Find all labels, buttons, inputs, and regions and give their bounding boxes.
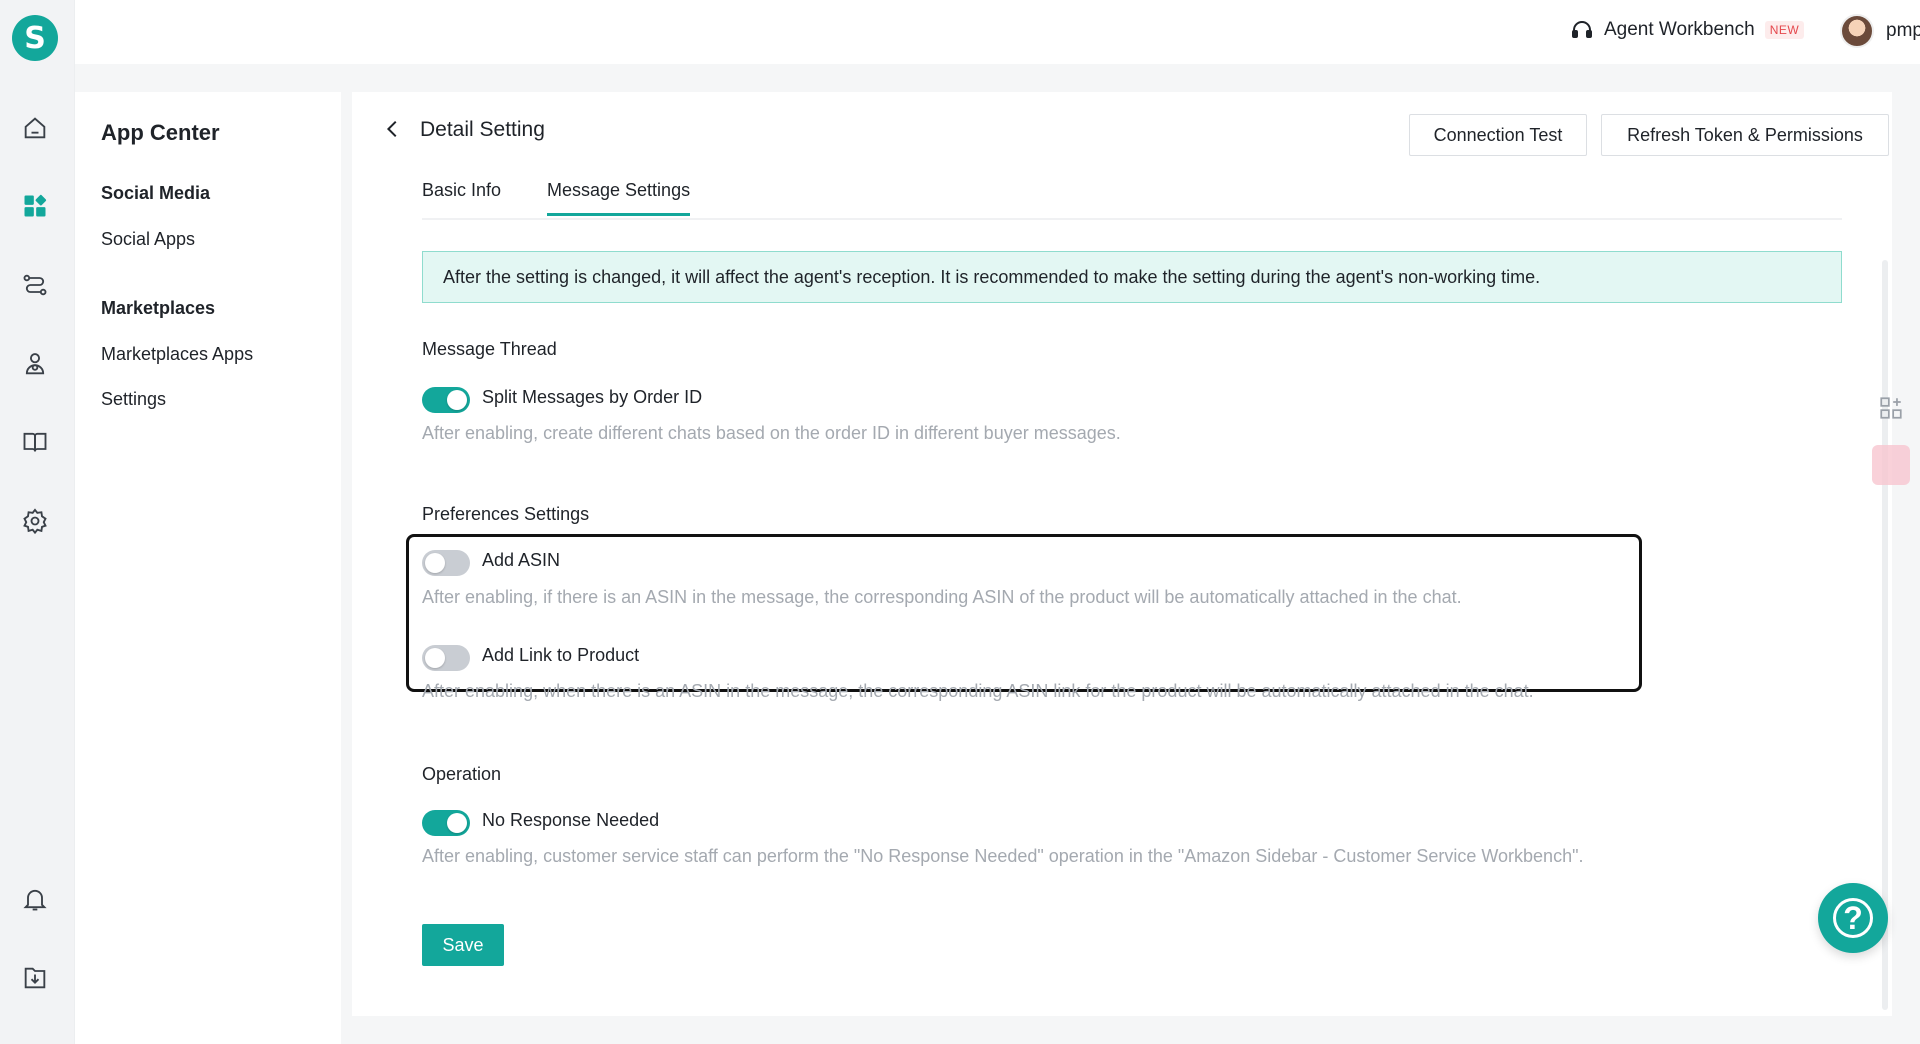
back-arrow-icon[interactable] bbox=[382, 118, 404, 140]
workbench-label: Agent Workbench bbox=[1604, 19, 1755, 40]
refresh-token-button[interactable]: Refresh Token & Permissions bbox=[1601, 114, 1889, 156]
new-badge: NEW bbox=[1764, 21, 1805, 39]
sidebar-item-settings[interactable]: Settings bbox=[101, 389, 166, 410]
tab-basic-info[interactable]: Basic Info bbox=[422, 180, 501, 213]
top-bar: Agent Workbench NEW pmpm bbox=[75, 0, 1920, 64]
headset-icon bbox=[1572, 21, 1592, 38]
tab-bar: Basic Info Message Settings bbox=[422, 180, 1842, 220]
agent-workbench-link[interactable]: Agent Workbench NEW bbox=[1570, 18, 1805, 42]
apps-icon[interactable] bbox=[20, 191, 50, 221]
no-response-label: No Response Needed bbox=[482, 810, 660, 830]
connection-test-button[interactable]: Connection Test bbox=[1409, 114, 1587, 156]
toggle-knob bbox=[425, 553, 445, 573]
warning-notice: After the setting is changed, it will af… bbox=[422, 251, 1842, 303]
add-link-label: Add Link to Product bbox=[482, 645, 640, 665]
sidebar-item-marketplaces-apps[interactable]: Marketplaces Apps bbox=[101, 344, 253, 365]
sidebar-group-social-media: Social Media bbox=[101, 183, 211, 203]
app-logo[interactable]: S bbox=[12, 15, 58, 61]
sidebar-group-marketplaces: Marketplaces bbox=[101, 298, 216, 318]
section-title-preferences: Preferences Settings bbox=[422, 504, 590, 524]
add-asin-desc: After enabling, if there is an ASIN in t… bbox=[422, 587, 1462, 607]
download-icon[interactable] bbox=[20, 963, 50, 993]
routing-icon[interactable] bbox=[20, 270, 50, 300]
no-response-toggle[interactable] bbox=[422, 810, 470, 836]
app-center-sidebar: App Center Social Media Social Apps Mark… bbox=[75, 92, 341, 1044]
help-button[interactable]: ? bbox=[1818, 883, 1888, 953]
sidebar-item-social-apps[interactable]: Social Apps bbox=[101, 229, 195, 250]
logo-letter: S bbox=[24, 20, 46, 56]
add-link-desc: After enabling, when there is an ASIN in… bbox=[422, 681, 1534, 701]
preferences-highlight-box bbox=[406, 534, 1642, 692]
add-asin-label: Add ASIN bbox=[482, 550, 561, 570]
no-response-desc: After enabling, customer service staff c… bbox=[422, 846, 1584, 866]
split-messages-toggle[interactable] bbox=[422, 387, 470, 413]
section-title-message-thread: Message Thread bbox=[422, 339, 557, 359]
icon-rail: S bbox=[0, 0, 75, 1044]
floating-widget-tab[interactable] bbox=[1872, 445, 1910, 485]
home-icon[interactable] bbox=[20, 113, 50, 143]
toggle-knob bbox=[447, 390, 467, 410]
bell-icon[interactable] bbox=[20, 884, 50, 914]
question-icon: ? bbox=[1833, 898, 1873, 938]
split-messages-desc: After enabling, create different chats b… bbox=[422, 423, 1121, 443]
page-title: Detail Setting bbox=[420, 118, 545, 141]
split-messages-label: Split Messages by Order ID bbox=[482, 387, 703, 407]
avatar bbox=[1840, 14, 1874, 48]
save-button[interactable]: Save bbox=[422, 924, 504, 966]
section-title-operation: Operation bbox=[422, 764, 502, 784]
toggle-knob bbox=[447, 813, 467, 833]
toggle-knob bbox=[425, 648, 445, 668]
user-menu[interactable]: pmpm bbox=[1840, 14, 1920, 48]
tab-message-settings[interactable]: Message Settings bbox=[547, 180, 691, 216]
add-link-toggle[interactable] bbox=[422, 645, 470, 671]
book-icon[interactable] bbox=[20, 427, 50, 457]
widget-grid-icon[interactable] bbox=[1878, 395, 1904, 421]
sidebar-title: App Center bbox=[101, 120, 220, 145]
scrollbar[interactable] bbox=[1882, 260, 1888, 1010]
detail-setting-panel: Detail Setting Connection Test Refresh T… bbox=[352, 92, 1892, 1016]
contacts-icon[interactable] bbox=[20, 349, 50, 379]
add-asin-toggle[interactable] bbox=[422, 550, 470, 576]
username: pmpm bbox=[1886, 20, 1920, 41]
gear-icon[interactable] bbox=[20, 506, 50, 536]
